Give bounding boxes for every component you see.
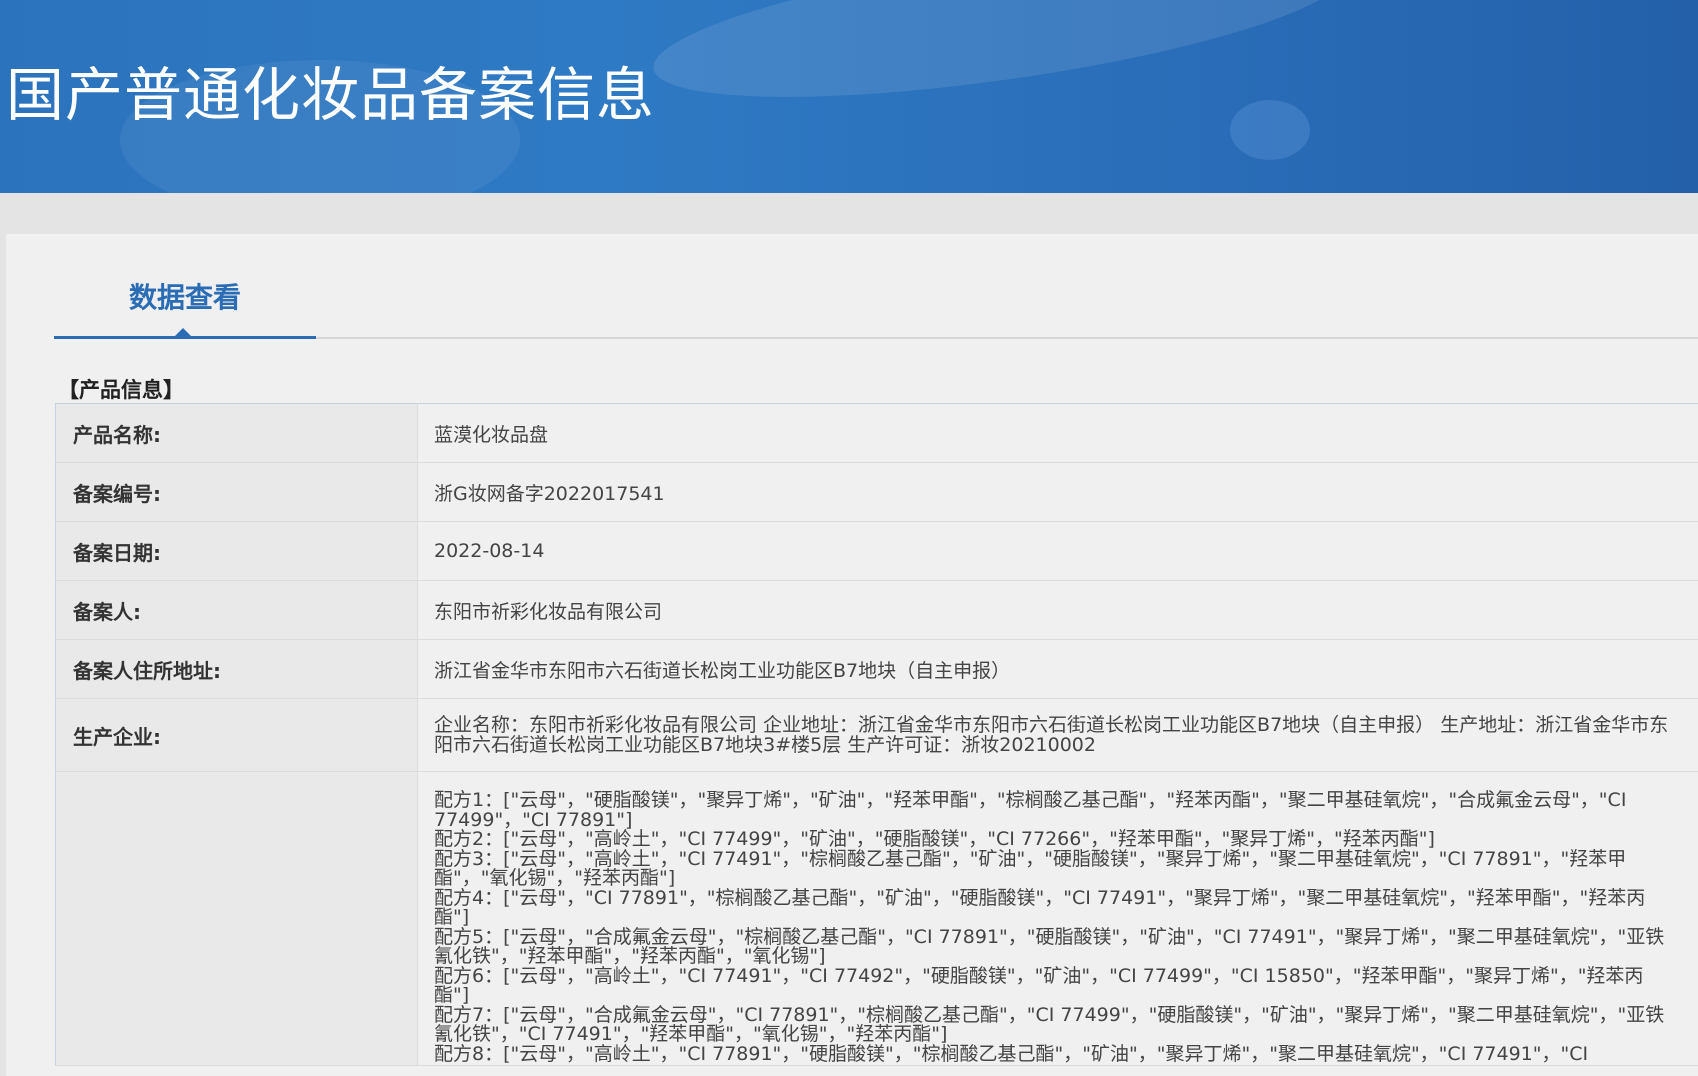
formula-line: 配方5：["云母"，"合成氟金云母"，"棕榈酸乙基己酯"，"CI 77891"，… <box>434 925 1665 967</box>
registrant-value: 东阳市祈彩化妆品有限公司 <box>417 580 1698 640</box>
field-label: 备案人住所地址: <box>55 639 418 699</box>
field-label: 备案日期: <box>55 521 418 581</box>
formula-line: 配方4：["云母"，"CI 77891"，"棕榈酸乙基己酯"，"矿油"，"硬脂酸… <box>434 886 1646 928</box>
record-date-value: 2022-08-14 <box>417 521 1698 581</box>
formula-line: 配方7：["云母"，"合成氟金云母"，"CI 77891"，"棕榈酸乙基己酯"，… <box>434 1003 1665 1045</box>
formula-line: 配方6：["云母"，"高岭土"，"CI 77491"，"CI 77492"，"硬… <box>434 964 1644 1006</box>
product-name-value: 蓝漠化妆品盘 <box>417 403 1698 463</box>
field-label: 生产企业: <box>55 698 418 772</box>
registrant-address-value: 浙江省金华市东阳市六石街道长松岗工业功能区B7地块（自主申报） <box>417 639 1698 699</box>
field-label: 备案人: <box>55 580 418 640</box>
field-label <box>55 771 418 1066</box>
page-title: 国产普通化妆品备案信息 <box>6 61 656 129</box>
table-row: 备案日期: 2022-08-14 <box>55 521 1698 581</box>
tab-data-view[interactable]: 数据查看 <box>54 274 316 336</box>
product-info-table: 产品名称: 蓝漠化妆品盘 备案编号: 浙G妆网备字2022017541 备案日期… <box>55 403 1698 1066</box>
manufacturer-value: 企业名称：东阳市祈彩化妆品有限公司 企业地址：浙江省金华市东阳市六石街道长松岗工… <box>417 698 1698 772</box>
table-row: 备案人住所地址: 浙江省金华市东阳市六石街道长松岗工业功能区B7地块（自主申报） <box>55 639 1698 699</box>
table-row: 备案人: 东阳市祈彩化妆品有限公司 <box>55 580 1698 640</box>
content-panel: 数据查看 【产品信息】 产品名称: 蓝漠化妆品盘 备案编号: 浙G妆网备字202… <box>6 234 1698 1076</box>
active-tab-indicator <box>174 328 192 337</box>
field-label: 备案编号: <box>55 462 418 522</box>
formula-line: 配方3：["云母"，"高岭土"，"CI 77491"，"棕榈酸乙基己酯"，"矿油… <box>434 847 1627 889</box>
table-row: 备案编号: 浙G妆网备字2022017541 <box>55 462 1698 522</box>
formula-list: 配方1：["云母"，"硬脂酸镁"，"聚异丁烯"，"矿油"，"羟苯甲酯"，"棕榈酸… <box>434 773 1678 1064</box>
record-number-value: 浙G妆网备字2022017541 <box>417 462 1698 522</box>
field-label: 产品名称: <box>55 403 418 463</box>
formula-line: 配方1：["云母"，"硬脂酸镁"，"聚异丁烯"，"矿油"，"羟苯甲酯"，"棕榈酸… <box>434 789 1627 831</box>
tab-label: 数据查看 <box>128 281 241 314</box>
section-title: 【产品信息】 <box>58 378 184 402</box>
formula-line: 配方8：["云母"，"高岭土"，"CI 77891"，"硬脂酸镁"，"棕榈酸乙基… <box>434 1042 1589 1065</box>
formula-value: 配方1：["云母"，"硬脂酸镁"，"聚异丁烯"，"矿油"，"羟苯甲酯"，"棕榈酸… <box>417 771 1698 1066</box>
table-row: 产品名称: 蓝漠化妆品盘 <box>55 403 1698 463</box>
formula-line: 配方2：["云母"，"高岭土"，"CI 77499"，"矿油"，"硬脂酸镁"，"… <box>434 828 1435 850</box>
tab-divider <box>316 337 1698 339</box>
table-row: 生产企业: 企业名称：东阳市祈彩化妆品有限公司 企业地址：浙江省金华市东阳市六石… <box>55 698 1698 772</box>
header-banner: 国产普通化妆品备案信息 <box>0 0 1698 193</box>
table-row: 配方1：["云母"，"硬脂酸镁"，"聚异丁烯"，"矿油"，"羟苯甲酯"，"棕榈酸… <box>55 771 1698 1066</box>
banner-decoration <box>1230 100 1310 160</box>
